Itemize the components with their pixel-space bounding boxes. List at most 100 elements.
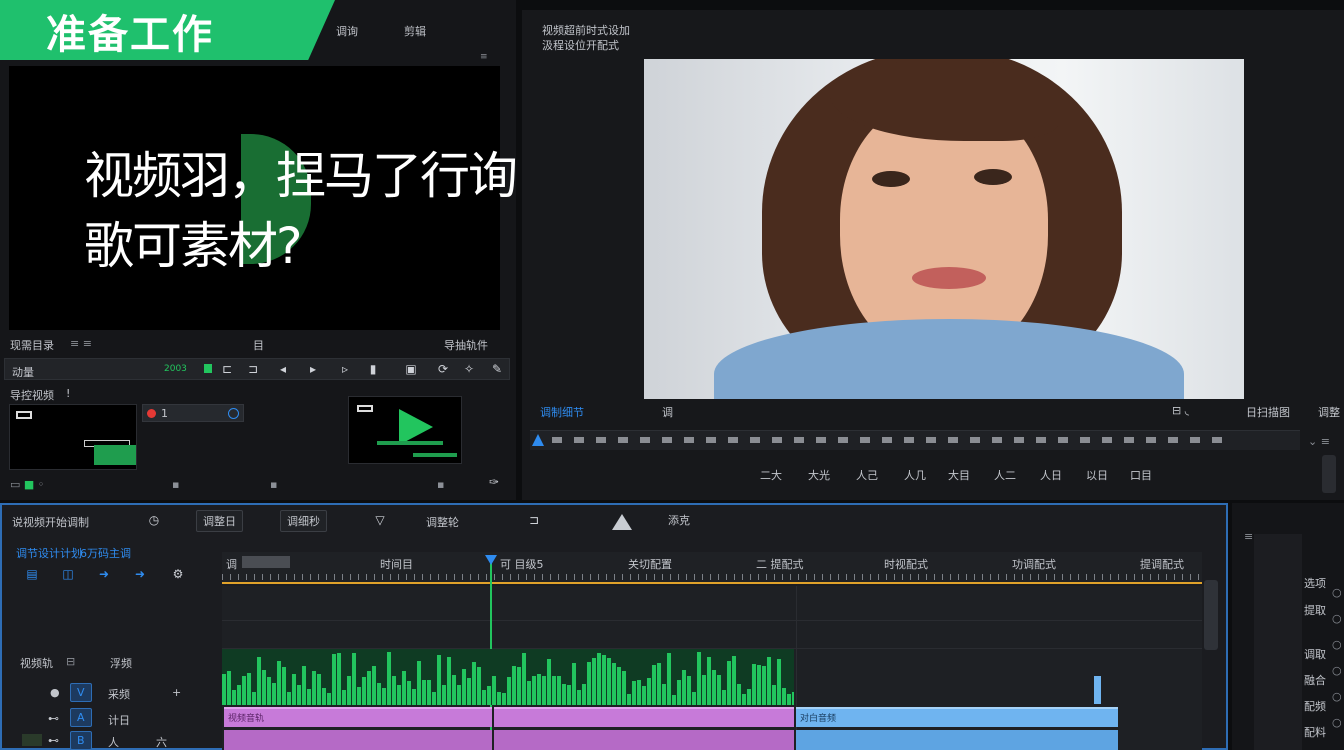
ruler-mark: 关切配置	[628, 558, 672, 571]
pink-audio-clip-4[interactable]	[494, 730, 794, 750]
ruler-mark: 时间目	[380, 558, 413, 571]
clip-1-info-icon[interactable]	[228, 408, 239, 419]
audio-waveform-clip[interactable]	[222, 649, 794, 705]
track-mini: 人	[108, 736, 119, 749]
right-panel-item[interactable]: 配频	[1304, 698, 1326, 714]
waveform-bar	[377, 683, 381, 705]
program-scrubber-menu[interactable]: ⌄ ≡	[1308, 435, 1330, 448]
timeline-tab-3[interactable]: 调整轮	[426, 514, 459, 530]
arrow-right-icon[interactable]: ➜	[96, 566, 112, 582]
waveform-bar	[532, 676, 536, 705]
waveform-bar	[642, 686, 646, 705]
program-label-mid: 调	[662, 406, 673, 419]
right-panel-item[interactable]: 提取	[1304, 602, 1326, 618]
waveform-bar	[582, 684, 586, 705]
play-icon[interactable]: ▸	[306, 361, 320, 377]
waveform-bar	[742, 694, 746, 705]
source-status-left: 现需目录	[10, 339, 54, 352]
waveform-bar	[537, 674, 541, 705]
waveform-bar	[597, 653, 601, 705]
track-id[interactable]: A	[70, 708, 92, 727]
source-marker-icon[interactable]	[204, 364, 212, 373]
small-blue-clip[interactable]	[1094, 676, 1101, 704]
mark-in-icon[interactable]: ⊏	[220, 361, 234, 377]
right-panel-item[interactable]: 配料	[1304, 724, 1326, 740]
timeline-history-icon[interactable]: ◷	[146, 512, 162, 528]
track-id[interactable]: V	[70, 683, 92, 702]
right-panel-radio-icons[interactable]: ○ ○ ○ ○ ○ ○	[1332, 580, 1342, 736]
track-lock-icon[interactable]: ⊟	[66, 655, 75, 668]
waveform-bar	[392, 676, 396, 705]
right-panel-item[interactable]: 调取	[1304, 646, 1326, 662]
insert-icon[interactable]: ▮	[366, 361, 380, 377]
waveform-bar	[517, 667, 521, 705]
timeline-tab-1[interactable]: 调整日	[196, 510, 243, 532]
loop-icon[interactable]: ⟳	[436, 361, 450, 377]
timeline-tab-4[interactable]: 添克	[668, 512, 690, 528]
waveform-bar	[552, 676, 556, 705]
right-panel-handle[interactable]: ≡	[1244, 530, 1253, 543]
step-back-icon[interactable]: ◂	[276, 361, 290, 377]
pink-audio-clip-3[interactable]	[224, 730, 492, 750]
panel-menu-icon[interactable]: ≡	[480, 52, 488, 62]
tab-source-1[interactable]: 剪辑	[404, 23, 426, 39]
track-eye-icon[interactable]: ●	[50, 686, 60, 699]
waveform-bar	[262, 670, 266, 705]
lower-label: 导控视频	[10, 389, 54, 402]
program-scrubber[interactable]	[530, 430, 1300, 450]
export-icon[interactable]: ◫	[60, 566, 76, 582]
timeline-scrollbar[interactable]	[1204, 580, 1218, 650]
waveform-bar	[737, 684, 741, 705]
program-scrollbar[interactable]	[1322, 455, 1336, 493]
program-viewer-image	[644, 59, 1244, 399]
right-panel-item[interactable]: 选项	[1304, 575, 1326, 591]
gear-icon[interactable]: ⚙	[170, 566, 186, 582]
waveform-bar	[672, 695, 676, 705]
waveform-bar	[312, 671, 316, 705]
waveform-bar	[452, 675, 456, 705]
waveform-bar	[607, 658, 611, 705]
waveform-bar	[732, 656, 736, 705]
waveform-bar	[767, 657, 771, 705]
blue-audio-clip-1[interactable]: 对白音频	[796, 707, 1118, 727]
track-name: 采频	[108, 688, 130, 701]
waveform-bar	[457, 685, 461, 705]
waveform-bar	[472, 662, 476, 705]
waveform-bar	[547, 659, 551, 705]
clip-thumb-2-label	[413, 453, 457, 457]
timeline-tab-2[interactable]: 调细秒	[280, 510, 327, 532]
save-icon[interactable]: ▤	[24, 566, 40, 582]
pink-audio-clip-2[interactable]	[494, 707, 794, 727]
track-eye-icon[interactable]: ⊷	[48, 734, 59, 747]
right-panel-item[interactable]: 融合	[1304, 672, 1326, 688]
waveform-bar	[327, 693, 331, 705]
program-fit-icon[interactable]: ⊟ ◟	[1172, 404, 1189, 417]
timeline-tab-0[interactable]: 说视频开始调制	[12, 514, 89, 530]
track-id[interactable]: B	[70, 731, 92, 750]
waveform-bar	[432, 692, 436, 705]
clip-1-bar[interactable]: 1	[142, 404, 244, 422]
camera-icon[interactable]: ▣	[404, 361, 418, 377]
clip-thumb-2[interactable]	[348, 396, 462, 464]
track-mini[interactable]: +	[172, 686, 181, 699]
timeline-magnet-icon[interactable]: ▽	[372, 512, 388, 528]
mark-out-icon[interactable]: ⊐	[246, 361, 260, 377]
pen-icon[interactable]: ✎	[490, 361, 504, 377]
pink-audio-clip-1[interactable]: 视频音轨	[224, 707, 492, 727]
panel-wrench-icon[interactable]: ✑	[486, 474, 502, 490]
wrench-icon[interactable]: ✧	[462, 361, 476, 377]
arrow-right-icon[interactable]: ➜	[132, 566, 148, 582]
playhead-icon	[532, 434, 544, 446]
ruler-mark: 功调配式	[1012, 558, 1056, 571]
tab-source-0[interactable]: 调询	[336, 23, 358, 39]
track-eye-icon[interactable]: ⊷	[48, 712, 59, 725]
waveform-bar	[727, 661, 731, 705]
waveform-bar	[282, 667, 286, 705]
clip-thumb-1[interactable]	[9, 404, 137, 470]
waveform-bar	[682, 670, 686, 705]
track-mini[interactable]: 六	[156, 734, 167, 750]
blue-audio-clip-2[interactable]	[796, 730, 1118, 750]
clip-thumb-1-fill	[94, 445, 136, 465]
timeline-marker-icon[interactable]: ⊐	[526, 512, 542, 528]
step-forward-icon[interactable]: ▹	[338, 361, 352, 377]
